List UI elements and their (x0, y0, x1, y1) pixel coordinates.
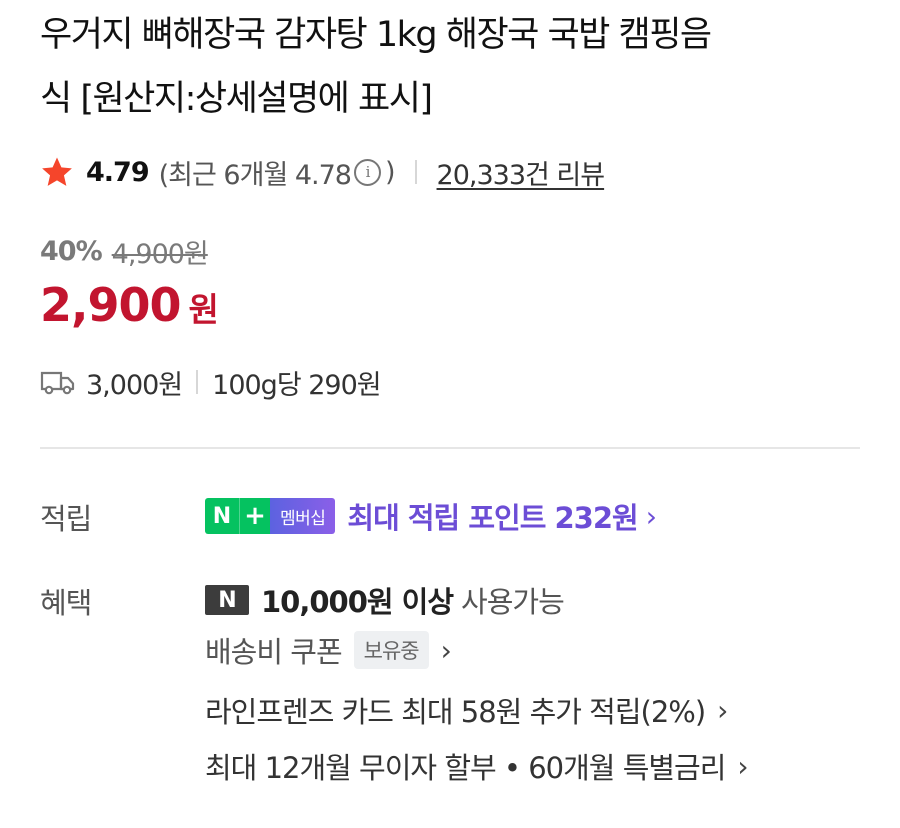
review-count-link[interactable]: 20,333건 리뷰 (437, 153, 606, 192)
shipping-coupon-text: 배송비 쿠폰 (205, 635, 343, 669)
shipping-coupon-link[interactable]: 배송비 쿠폰 보유중 › (205, 628, 452, 672)
recent-rating-text: (최근 6개월 4.78 (158, 159, 352, 191)
original-price: 4,900원 (111, 239, 209, 270)
section-divider (40, 447, 860, 449)
installment-text: 최대 12개월 무이자 할부 • 60개월 특별금리 (205, 751, 726, 785)
naver-pay-icon: N (205, 585, 249, 615)
sale-price-unit: 원 (188, 290, 219, 329)
discount-row: 40% 4,900원 (40, 232, 209, 271)
chevron-right-icon: › (717, 693, 728, 727)
benefits-label: 혜택 (40, 586, 92, 620)
discount-rate: 40% (40, 236, 103, 267)
naver-plus-membership-badge: N + 멤버십 (205, 498, 336, 534)
card-benefit-text: 라인프렌즈 카드 최대 58원 추가 적립(2%) (205, 695, 706, 729)
sale-price: 2,900 원 (40, 278, 219, 332)
unit-price: 100g당 290원 (212, 369, 381, 401)
membership-label: 멤버십 (270, 498, 336, 534)
max-points-text: 최대 적립 포인트 232원 (347, 501, 638, 535)
installment-benefit-link[interactable]: 최대 12개월 무이자 할부 • 60개월 특별금리 › (205, 744, 749, 788)
card-benefit-link[interactable]: 라인프렌즈 카드 최대 58원 추가 적립(2%) › (205, 688, 728, 732)
rating-divider (414, 160, 417, 184)
star-icon (42, 157, 72, 186)
info-icon[interactable]: i (353, 158, 381, 186)
membership-points-link[interactable]: N + 멤버십 최대 적립 포인트 232원 › (205, 494, 657, 538)
npay-benefit: N 10,000원 이상 사용가능 (205, 578, 565, 622)
sale-price-value: 2,900 (40, 278, 182, 332)
npay-usage: 사용가능 (461, 585, 565, 619)
recent-rating-close: ) (384, 156, 396, 188)
plus-icon: + (239, 498, 270, 534)
chevron-right-icon: › (440, 633, 452, 667)
npay-min-amount: 10,000원 이상 (261, 585, 454, 619)
naver-n-icon: N (205, 498, 239, 534)
truck-icon (40, 371, 75, 395)
product-title-line-1: 우거지 뼈해장국 감자탕 1kg 해장국 국밥 캠핑음 (40, 15, 712, 55)
chevron-right-icon: › (737, 749, 748, 783)
points-label: 적립 (40, 502, 92, 536)
chevron-right-icon: › (645, 499, 657, 533)
shipping-divider (196, 370, 199, 394)
rating-score: 4.79 (86, 156, 150, 188)
shipping-fee: 3,000원 (86, 369, 183, 401)
recent-rating: (최근 6개월 4.78 i ) (158, 153, 396, 192)
shipping-row: 3,000원 100g당 290원 (40, 362, 382, 402)
rating-row: 4.79 (최근 6개월 4.78 i ) 20,333건 리뷰 (40, 152, 606, 192)
owned-badge: 보유중 (353, 631, 429, 669)
product-title-line-2: 식 [원산지:상세설명에 표시] (40, 79, 433, 119)
